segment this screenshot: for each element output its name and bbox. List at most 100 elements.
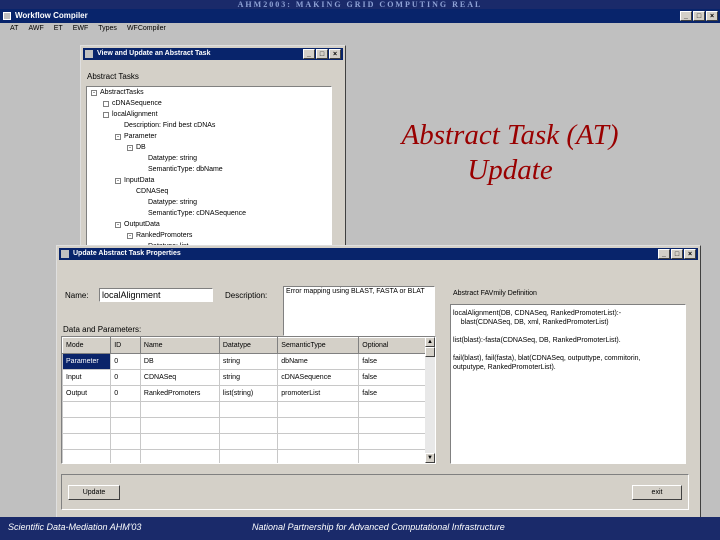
table-cell[interactable]: string (218, 369, 279, 386)
table-row[interactable] (62, 433, 428, 450)
update-close-button[interactable]: × (684, 249, 696, 259)
update-window-title-bar[interactable]: Update Abstract Task Properties _ □ × (59, 248, 698, 260)
table-cell[interactable]: dbName (277, 353, 360, 370)
view-close-button[interactable]: × (329, 49, 341, 59)
view-window-title-bar[interactable]: View and Update an Abstract Task _ □ × (83, 48, 343, 60)
table-cell[interactable] (110, 401, 141, 418)
table-cell[interactable] (358, 417, 428, 434)
table-cell[interactable]: 0 (110, 369, 141, 386)
tree-node[interactable]: SemanticType: cDNASequence (139, 210, 246, 217)
minimize-button[interactable]: _ (680, 11, 692, 21)
column-header[interactable]: Name (139, 337, 220, 354)
table-cell[interactable]: list(string) (218, 385, 279, 402)
tree-node[interactable]: Datatype: string (139, 199, 197, 206)
exit-button[interactable]: exit (632, 485, 682, 500)
leaf-icon[interactable] (103, 100, 109, 107)
table-cell[interactable] (218, 433, 279, 450)
column-header[interactable]: Datatype (218, 337, 279, 354)
table-row[interactable] (62, 401, 428, 418)
table-row[interactable] (62, 417, 428, 434)
table-row[interactable] (62, 449, 428, 463)
table-cell[interactable] (139, 433, 220, 450)
table-cell[interactable]: 0 (110, 385, 141, 402)
table-cell[interactable] (139, 417, 220, 434)
menu-item-at[interactable]: AT (10, 23, 18, 35)
table-cell[interactable]: string (218, 353, 279, 370)
table-cell[interactable]: 0 (110, 353, 141, 370)
table-cell[interactable] (358, 401, 428, 418)
name-field[interactable]: localAlignment (99, 288, 213, 302)
tree-node[interactable]: - AbstractTasks (91, 89, 144, 96)
table-row[interactable]: Output 0 RankedPromoters list(string) promot… (62, 385, 428, 402)
definition-editor[interactable]: localAlignment(DB, CDNASeq, RankedPromot… (450, 304, 686, 464)
table-cell[interactable]: CDNASeq (139, 369, 220, 386)
table-cell[interactable]: false (358, 353, 428, 370)
maximize-button[interactable]: □ (693, 11, 705, 21)
update-maximize-button[interactable]: □ (671, 249, 683, 259)
tree-node[interactable]: Datatype: string (139, 155, 197, 162)
column-header[interactable]: SemanticType (277, 337, 360, 354)
table-cell[interactable] (277, 401, 360, 418)
table-cell[interactable]: false (358, 369, 428, 386)
column-header[interactable]: ID (110, 337, 141, 354)
table-cell[interactable] (218, 417, 279, 434)
table-cell[interactable] (218, 449, 279, 463)
task-tree[interactable]: - AbstractTasks cDNASequence localAlignment… (86, 86, 332, 252)
view-minimize-button[interactable]: _ (303, 49, 315, 59)
table-row[interactable]: Parameter 0 DB string dbName false (62, 353, 428, 370)
scroll-up-icon[interactable]: ▲ (425, 337, 435, 347)
collapse-icon[interactable]: - (115, 177, 121, 184)
tree-node[interactable]: - OutputData (115, 221, 160, 228)
table-cell[interactable] (358, 433, 428, 450)
table-cell[interactable] (110, 417, 141, 434)
table-cell[interactable] (110, 433, 141, 450)
menu-item-ewf[interactable]: EWF (73, 23, 89, 35)
table-cell[interactable] (139, 401, 220, 418)
tree-node[interactable]: cDNASequence (103, 100, 162, 107)
table-cell[interactable] (62, 449, 112, 463)
menu-item-et[interactable]: ET (54, 23, 63, 35)
table-cell[interactable]: Parameter (62, 353, 112, 370)
menu-item-awf[interactable]: AWF (28, 23, 43, 35)
table-cell[interactable] (62, 417, 112, 434)
scroll-down-icon[interactable]: ▼ (425, 453, 435, 463)
table-cell[interactable] (358, 449, 428, 463)
table-scrollbar[interactable]: ▲ ▼ (425, 337, 435, 463)
table-cell[interactable] (218, 401, 279, 418)
table-cell[interactable] (139, 449, 220, 463)
tree-node[interactable]: - InputData (115, 177, 154, 184)
tree-node[interactable]: - DB (127, 144, 146, 151)
tree-node[interactable]: - Parameter (115, 133, 157, 140)
collapse-icon[interactable]: - (127, 232, 133, 239)
table-cell[interactable] (62, 401, 112, 418)
table-cell[interactable] (277, 449, 360, 463)
close-button[interactable]: × (706, 11, 718, 21)
table-cell[interactable] (62, 433, 112, 450)
table-cell[interactable]: cDNASequence (277, 369, 360, 386)
table-cell[interactable]: DB (139, 353, 220, 370)
tree-node[interactable]: SemanticType: dbName (139, 166, 223, 173)
tree-node[interactable]: localAlignment (103, 111, 158, 118)
table-cell[interactable]: RankedPromoters (139, 385, 220, 402)
update-button[interactable]: Update (68, 485, 120, 500)
column-header[interactable]: Optional (358, 337, 428, 354)
collapse-icon[interactable]: - (91, 89, 97, 96)
view-maximize-button[interactable]: □ (316, 49, 328, 59)
table-row[interactable]: Input 0 CDNASeq string cDNASequence false (62, 369, 428, 386)
menu-item-wfcompiler[interactable]: WFCompiler (127, 23, 166, 35)
tree-node[interactable]: CDNASeq (127, 188, 168, 195)
menu-item-types[interactable]: Types (98, 23, 117, 35)
leaf-icon[interactable] (103, 111, 109, 118)
tree-node[interactable]: - RankedPromoters (127, 232, 192, 239)
collapse-icon[interactable]: - (127, 144, 133, 151)
table-cell[interactable]: promoterList (277, 385, 360, 402)
description-field[interactable]: Error mapping using BLAST, FASTA or BLAT (283, 286, 435, 336)
tree-node[interactable]: Description: Find best cDNAs (115, 122, 215, 129)
table-cell[interactable]: false (358, 385, 428, 402)
table-cell[interactable]: Input (62, 369, 112, 386)
update-minimize-button[interactable]: _ (658, 249, 670, 259)
table-cell[interactable] (110, 449, 141, 463)
scroll-thumb[interactable] (425, 347, 435, 357)
table-cell[interactable] (277, 417, 360, 434)
collapse-icon[interactable]: - (115, 221, 121, 228)
